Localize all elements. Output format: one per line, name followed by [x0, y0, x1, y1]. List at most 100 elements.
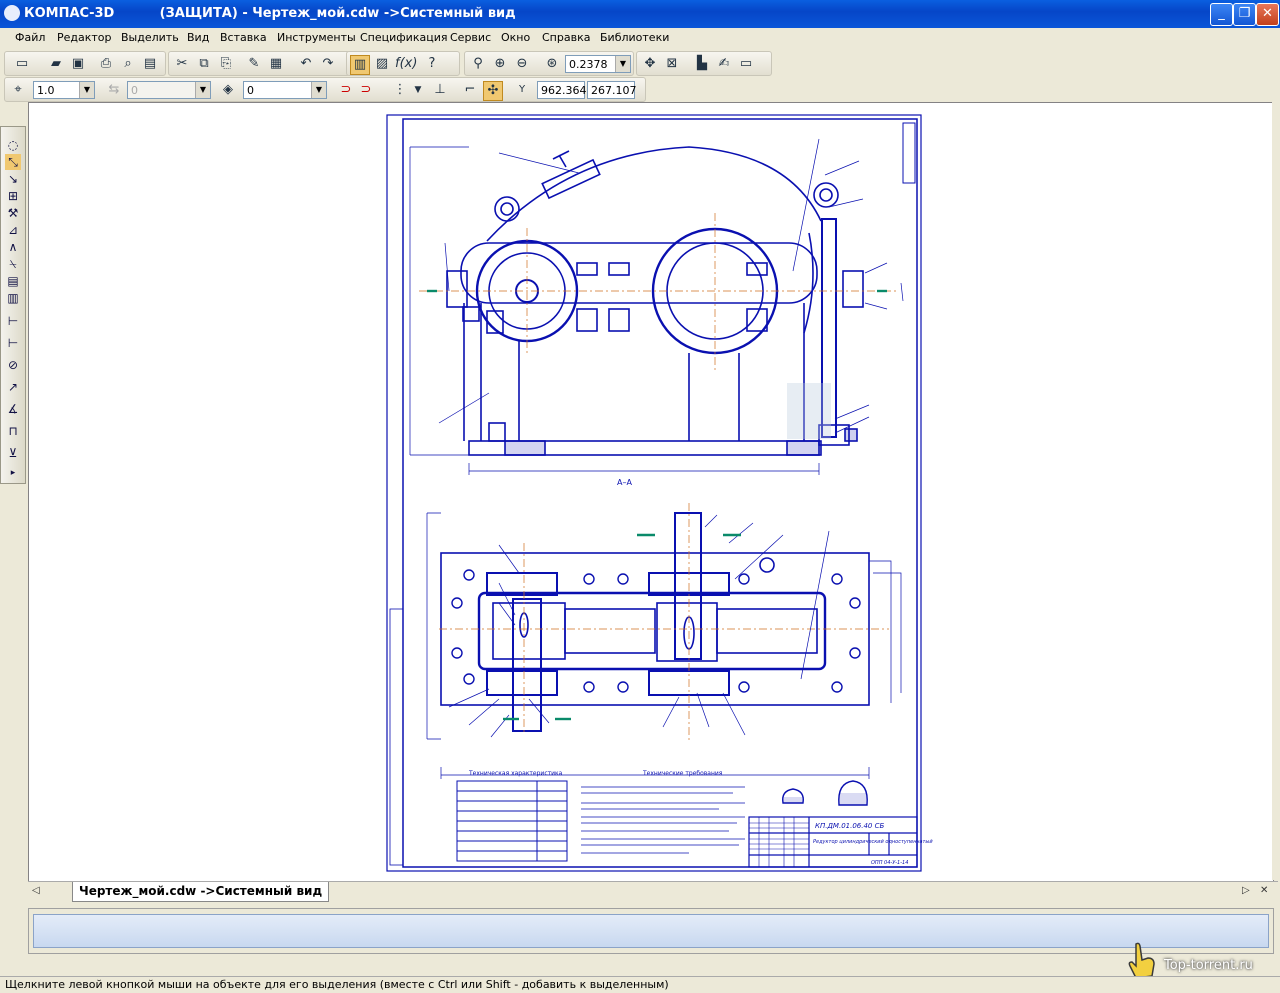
function-icon[interactable]: f(x) [395, 55, 417, 73]
magnet-settings-icon[interactable]: ⊃ [357, 81, 375, 99]
coord-y-field[interactable]: 267.107 [587, 81, 637, 99]
cursor-hand-icon [1128, 942, 1155, 979]
zoom-window-icon[interactable]: ⚲ [469, 55, 487, 73]
dim-icon[interactable]: ⊢ [5, 335, 21, 351]
tree-panel-icon[interactable]: ▥ [350, 55, 370, 75]
linear-dim-icon[interactable]: ⊢ [5, 313, 21, 329]
menu-editor[interactable]: Редактор [57, 31, 112, 44]
zoom-in-icon[interactable]: ⊕ [491, 55, 509, 73]
redo-icon[interactable]: ↷ [319, 55, 337, 73]
chevron-down-icon[interactable]: ▼ [409, 81, 427, 99]
tab-scroll-left-icon[interactable]: ◁ [32, 885, 40, 896]
drawing-canvas[interactable]: А–А Техническая характеристика Техническ… [28, 102, 1274, 882]
grid-icon[interactable]: ⋮ [391, 81, 409, 99]
refresh-icon[interactable]: ✍ [715, 55, 733, 73]
save-icon[interactable]: ▣ [69, 55, 87, 73]
title-bar: КОМПАС-3D (ЗАЩИТА) - Чертеж_мой.cdw ->Си… [0, 0, 1280, 28]
angular-dim-icon[interactable]: ∡ [5, 401, 21, 417]
snap-icon[interactable]: ✣ [483, 81, 503, 101]
watermark: Top-torrent.ru [1124, 940, 1272, 980]
vertical-scrollbar[interactable] [1272, 102, 1280, 880]
parametrization-icon[interactable]: ⚒ [5, 205, 21, 221]
paste-icon[interactable]: ⎘ [217, 55, 235, 73]
tab-drawing[interactable]: Чертеж_мой.cdw ->Системный вид [72, 882, 330, 902]
auto-dim-icon[interactable]: ⊻ [5, 445, 21, 461]
menu-select[interactable]: Выделить [121, 31, 179, 44]
menu-service[interactable]: Сервис [450, 31, 491, 44]
menu-view[interactable]: Вид [187, 31, 209, 44]
drawing-sheet: А–А Техническая характеристика Техническ… [386, 114, 933, 872]
reports-icon[interactable]: ▥ [5, 290, 21, 306]
menu-specification[interactable]: Спецификация [360, 31, 447, 44]
layers-icon[interactable]: ◈ [219, 81, 237, 99]
round-icon[interactable]: ⌐ [461, 81, 479, 99]
properties-icon[interactable]: ▤ [141, 55, 159, 73]
chevron-down-icon[interactable]: ▼ [311, 82, 326, 98]
rebuild-icon[interactable]: ▙ [693, 55, 711, 73]
zoom-out-icon[interactable]: ⊖ [513, 55, 531, 73]
watermark-text: Top-torrent.ru [1164, 958, 1253, 973]
menu-help[interactable]: Справка [542, 31, 590, 44]
chevron-down-icon[interactable]: ▼ [79, 82, 94, 98]
style-combo[interactable]: 0 ▼ [127, 81, 211, 99]
show-hide-icon[interactable]: ▭ [737, 55, 755, 73]
edit-toolbar: ✂ ⧉ ⎘ ✎ ▦ ↶ ↷ [168, 51, 350, 76]
panels-toolbar: ▥ ▨ f(x) ? [346, 51, 460, 76]
tech-char-title: Техническая характеристика [468, 770, 563, 777]
tab-close-icon[interactable]: ✕ [1260, 885, 1268, 896]
magnet-icon[interactable]: ⊃ [337, 81, 355, 99]
menu-insert[interactable]: Вставка [220, 31, 267, 44]
standard-toolbar-row: ▭ ▰ ▣ ⎙ ⌕ ▤ ✂ ⧉ ⎘ ✎ ▦ ↶ ↷ ▥ ▨ f(x) ? ⚲ ⊕… [0, 50, 1280, 76]
menu-tools[interactable]: Инструменты [277, 31, 356, 44]
minimize-button[interactable]: _ [1210, 3, 1233, 26]
kompas-app-icon[interactable] [4, 5, 20, 21]
zoom-scale-icon[interactable]: ⊛ [543, 55, 561, 73]
chevron-down-icon[interactable]: ▼ [195, 82, 210, 98]
variables-icon[interactable]: ▨ [373, 55, 391, 73]
line-scale-combo[interactable]: 1.0 ▼ [33, 81, 95, 99]
coord-x-field[interactable]: 962.364 [537, 81, 587, 99]
show-all-icon[interactable]: ⊠ [663, 55, 681, 73]
stamp-org: ОПП 04-У-1-14 [871, 860, 908, 866]
measure-icon[interactable]: ⊿ [5, 222, 21, 238]
cut-icon[interactable]: ✂ [173, 55, 191, 73]
select-tool-icon[interactable]: ⍀ [5, 256, 21, 272]
help-pointer-icon[interactable]: ? [423, 55, 441, 73]
diameter-dim-icon[interactable]: ⊘ [5, 357, 21, 373]
pan-icon[interactable]: ✥ [641, 55, 659, 73]
tech-req-title: Технические требования [642, 770, 723, 777]
menu-file[interactable]: Файл [15, 31, 45, 44]
layer-combo[interactable]: 0 ▼ [243, 81, 327, 99]
edit-tool-icon[interactable]: ⤡ [5, 154, 21, 170]
tab-scroll-right-icon[interactable]: ▷ [1242, 885, 1250, 896]
state-icon[interactable]: ⇆ [105, 81, 123, 99]
properties-panel-area[interactable] [33, 914, 1269, 948]
new-document-icon[interactable]: ▭ [13, 55, 31, 73]
maximize-button[interactable]: ❐ [1233, 3, 1256, 26]
angle-icon[interactable]: ∧ [5, 239, 21, 255]
geometry-icon[interactable]: ◌ [5, 137, 21, 153]
radius-dim-icon[interactable]: ↗ [5, 379, 21, 395]
dimensions-icon[interactable]: ↘ [5, 171, 21, 187]
print-preview-icon[interactable]: ⌕ [119, 55, 137, 73]
file-toolbar: ▭ ▰ ▣ ⎙ ⌕ ▤ [4, 51, 166, 76]
chamfer-dim-icon[interactable]: ⊓ [5, 423, 21, 439]
print-icon[interactable]: ⎙ [97, 55, 115, 73]
open-folder-icon[interactable]: ▰ [47, 55, 65, 73]
copy-icon[interactable]: ⧉ [195, 55, 213, 73]
manager-icon[interactable]: ▦ [267, 55, 285, 73]
chevron-down-icon[interactable]: ▼ [615, 56, 630, 72]
chevron-right-icon[interactable]: ▸ [5, 465, 21, 481]
ortho-icon[interactable]: ⊥ [431, 81, 449, 99]
spec-icon[interactable]: ▤ [5, 273, 21, 289]
format-brush-icon[interactable]: ✎ [245, 55, 263, 73]
undo-icon[interactable]: ↶ [297, 55, 315, 73]
local-cs-icon[interactable]: ⌖ [9, 81, 27, 99]
layer-value: 0 [247, 84, 254, 97]
menu-window[interactable]: Окно [501, 31, 530, 44]
zoom-combo[interactable]: 0.2378 ▼ [565, 55, 631, 73]
document-tab-bar: ◁ Чертеж_мой.cdw ->Системный вид ▷ ✕ [28, 881, 1278, 902]
symbols-icon[interactable]: ⊞ [5, 188, 21, 204]
close-button[interactable]: ✕ [1256, 3, 1279, 26]
menu-libraries[interactable]: Библиотеки [600, 31, 669, 44]
